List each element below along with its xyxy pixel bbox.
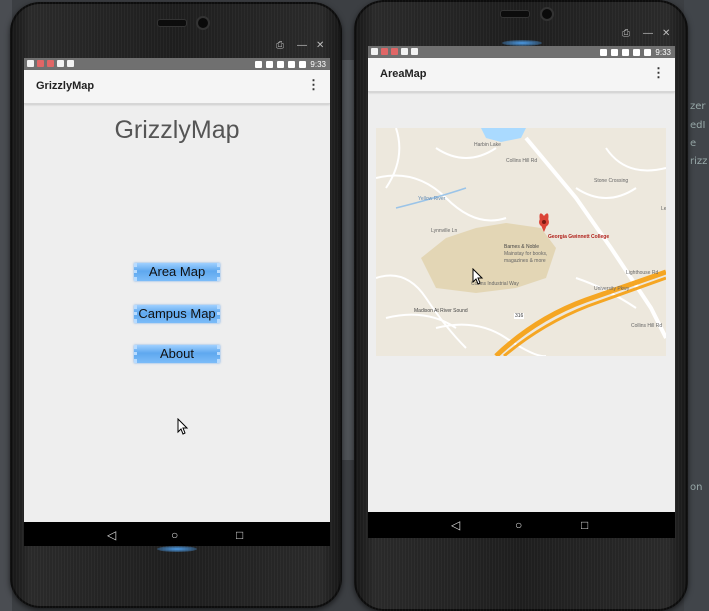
cast-icon xyxy=(600,48,608,56)
front-camera xyxy=(196,16,210,30)
status-right: 9:33 xyxy=(600,46,671,58)
battery-icon xyxy=(299,60,307,68)
map-label: Mainstay for books, xyxy=(504,251,548,257)
location-icon xyxy=(266,60,274,68)
more-vert-icon[interactable]: ⋮ xyxy=(652,66,665,80)
recents-icon[interactable]: □ xyxy=(236,528,243,542)
star-icon xyxy=(277,60,285,68)
left-screen: 9:33 GrizzlyMap ⋮ GrizzlyMap Area Map Ca… xyxy=(24,58,330,546)
minimize-icon[interactable]: — xyxy=(297,40,307,51)
location-icon xyxy=(411,48,418,55)
home-icon[interactable]: ○ xyxy=(515,518,522,532)
gmail-icon xyxy=(391,48,398,55)
map-label: Madison At River Sound xyxy=(414,308,468,314)
notification-icons xyxy=(371,48,418,55)
ide-center-panel xyxy=(342,60,354,460)
facebook-icon xyxy=(27,60,34,67)
gmail-icon xyxy=(47,60,54,67)
left-emulator-frame: ⎙ — ✕ 9:33 GrizzlyMap ⋮ GrizzlyMap Area … xyxy=(10,2,342,608)
location-icon xyxy=(611,48,619,56)
map-label: Le xyxy=(661,206,666,212)
speaker-grille xyxy=(157,19,187,27)
right-emulator-frame: ⎙ — ✕ 9:33 AreaMap ⋮ Harbin Lake Collins… xyxy=(354,0,688,611)
right-screen: 9:33 AreaMap ⋮ Harbin Lake Collins Hill … xyxy=(368,46,675,538)
location-icon xyxy=(67,60,74,67)
map-label: Collins Hill Rd xyxy=(506,158,538,164)
area-map-button[interactable]: Area Map xyxy=(134,263,220,281)
map-label: 316 xyxy=(514,313,525,319)
gmail-icon xyxy=(381,48,388,55)
status-bar: 9:33 xyxy=(368,46,675,58)
ide-label-4: rizz xyxy=(690,156,708,167)
map-label: Harbin Lake xyxy=(474,142,501,148)
app-title: GrizzlyMap xyxy=(36,80,95,92)
more-vert-icon[interactable]: ⋮ xyxy=(307,78,320,92)
gmail-icon xyxy=(37,60,44,67)
back-icon[interactable]: ◁ xyxy=(107,528,116,542)
facebook-icon xyxy=(371,48,378,55)
home-icon[interactable]: ○ xyxy=(171,528,178,542)
screenshot-icon[interactable]: ⎙ xyxy=(622,28,630,39)
ide-label-3: e xyxy=(690,138,697,149)
map-label: Yellow River xyxy=(418,196,446,202)
map-label: Lynnville Ln xyxy=(431,228,458,234)
recents-icon[interactable]: □ xyxy=(581,518,588,532)
close-icon[interactable]: ✕ xyxy=(316,40,324,51)
about-button[interactable]: About xyxy=(134,345,220,363)
notification-icons xyxy=(27,60,74,67)
map-label: Barnes & Noble xyxy=(504,244,540,250)
map-label: University Pkwy xyxy=(594,286,630,292)
map-label: Lighthouse Rd xyxy=(626,270,659,276)
navigation-bar: ◁ ○ □ xyxy=(368,512,675,538)
status-time: 9:33 xyxy=(310,59,326,69)
star-icon xyxy=(622,48,630,56)
back-icon[interactable]: ◁ xyxy=(451,518,460,532)
area-map[interactable]: Harbin Lake Collins Hill Rd Yellow River… xyxy=(376,128,666,356)
ide-label-5: on xyxy=(690,482,703,493)
app-bar: AreaMap ⋮ xyxy=(368,58,675,92)
speaker-grille xyxy=(500,10,530,18)
status-bar: 9:33 xyxy=(24,58,330,70)
notification-icon xyxy=(401,48,408,55)
ide-label-2: edI xyxy=(690,120,706,131)
mouse-cursor-icon xyxy=(472,268,484,285)
mouse-cursor-icon xyxy=(177,418,189,435)
campus-map-button[interactable]: Campus Map xyxy=(134,305,220,323)
cast-icon xyxy=(255,60,263,68)
wifi-icon xyxy=(633,48,641,56)
navigation-bar: ◁ ○ □ xyxy=(24,522,330,546)
notification-icon xyxy=(57,60,64,67)
front-camera xyxy=(540,7,554,21)
battery-icon xyxy=(644,48,652,56)
map-label: Stone Crossing xyxy=(594,178,629,184)
status-right: 9:33 xyxy=(255,58,326,70)
status-time: 9:33 xyxy=(655,47,671,57)
map-label: magazines & more xyxy=(504,258,546,264)
close-icon[interactable]: ✕ xyxy=(662,28,670,39)
glow-indicator xyxy=(157,546,197,552)
ide-label-1: zer xyxy=(690,101,706,112)
app-bar: GrizzlyMap ⋮ xyxy=(24,70,330,104)
map-label: Collins Hill Rd xyxy=(631,323,663,329)
wifi-icon xyxy=(288,60,296,68)
map-label: Georgia Gwinnett College xyxy=(548,234,610,240)
screenshot-icon[interactable]: ⎙ xyxy=(276,40,284,51)
page-title: GrizzlyMap xyxy=(114,116,240,144)
minimize-icon[interactable]: — xyxy=(643,28,653,39)
app-title: AreaMap xyxy=(380,68,427,80)
